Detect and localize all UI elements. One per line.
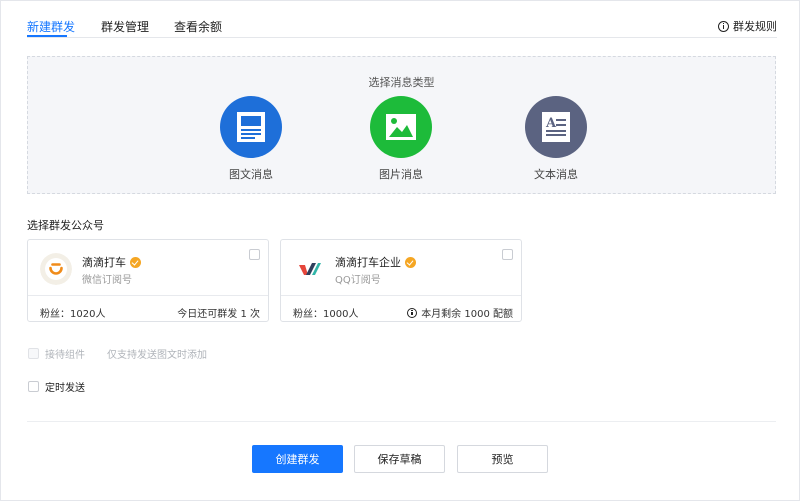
tab-broadcast-management[interactable]: 群发管理 [101,18,149,35]
account-checkbox[interactable] [249,249,260,260]
image-icon [370,96,432,158]
message-type-article[interactable]: 图文消息 [211,96,291,182]
tab-view-balance[interactable]: 查看余额 [174,18,222,35]
rules-label: 群发规则 [733,20,777,33]
reception-hint: 仅支持发送图文时添加 [107,350,207,361]
account-card-footer: 粉丝：1020人 今日还可群发 1 次 [28,295,268,322]
rules-link[interactable]: 群发规则 [718,18,777,34]
didi-enterprise-logo-icon [293,253,325,285]
reception-label: 接待组件 [45,350,85,361]
didi-logo-icon [40,253,72,285]
accounts-section-title: 选择群发公众号 [27,219,104,232]
save-draft-button[interactable]: 保存草稿 [354,445,445,473]
account-name: 滴滴打车 [82,254,141,270]
fans-count: 粉丝：1020人 [40,309,106,320]
monthly-quota: 本月剩余 1000 配额 [421,309,513,320]
divider [27,421,776,422]
tab-new-broadcast[interactable]: 新建群发 [27,18,75,35]
reception-component-option[interactable]: 接待组件 [28,346,85,361]
verified-badge-icon [405,256,416,268]
svg-text:A: A [545,116,557,131]
info-icon [407,307,418,318]
reception-checkbox[interactable] [28,348,39,359]
message-type-text-label: 文本消息 [534,168,578,181]
broadcast-quota: 今日还可群发 1 次 [177,309,260,320]
message-type-article-label: 图文消息 [229,168,273,181]
create-broadcast-button[interactable]: 创建群发 [252,445,343,473]
fans-count: 粉丝：1000人 [293,309,359,320]
article-icon [220,96,282,158]
info-icon [718,20,729,32]
message-type-text[interactable]: A 文本消息 [516,96,596,182]
scheduled-label: 定时发送 [45,383,85,394]
message-type-image-label: 图片消息 [379,168,423,181]
account-name: 滴滴打车企业 [335,254,416,270]
verified-badge-icon [130,256,141,268]
account-name-text: 滴滴打车企业 [335,256,401,269]
tab-bar: 新建群发 群发管理 查看余额 群发规则 [27,0,777,38]
account-card-didi-enterprise[interactable]: 滴滴打车企业 QQ订阅号 粉丝：1000人 本月剩余 1000 配额 [280,239,522,322]
quota-info: 本月剩余 1000 配额 [407,305,513,320]
scheduled-send-option[interactable]: 定时发送 [28,379,85,394]
account-card-footer: 粉丝：1000人 本月剩余 1000 配额 [281,295,521,322]
active-tab-indicator [27,35,67,37]
text-icon: A [525,96,587,158]
account-name-text: 滴滴打车 [82,256,126,269]
message-type-image[interactable]: 图片消息 [361,96,441,182]
scheduled-checkbox[interactable] [28,381,39,392]
account-type: 微信订阅号 [82,275,132,286]
message-type-title: 选择消息类型 [368,76,435,89]
message-type-panel: 选择消息类型 图文消息 图片消息 A 文本消息 [27,56,776,194]
account-checkbox[interactable] [502,249,513,260]
account-card-didi[interactable]: 滴滴打车 微信订阅号 粉丝：1020人 今日还可群发 1 次 [27,239,269,322]
preview-button[interactable]: 预览 [457,445,548,473]
account-type: QQ订阅号 [335,275,381,286]
